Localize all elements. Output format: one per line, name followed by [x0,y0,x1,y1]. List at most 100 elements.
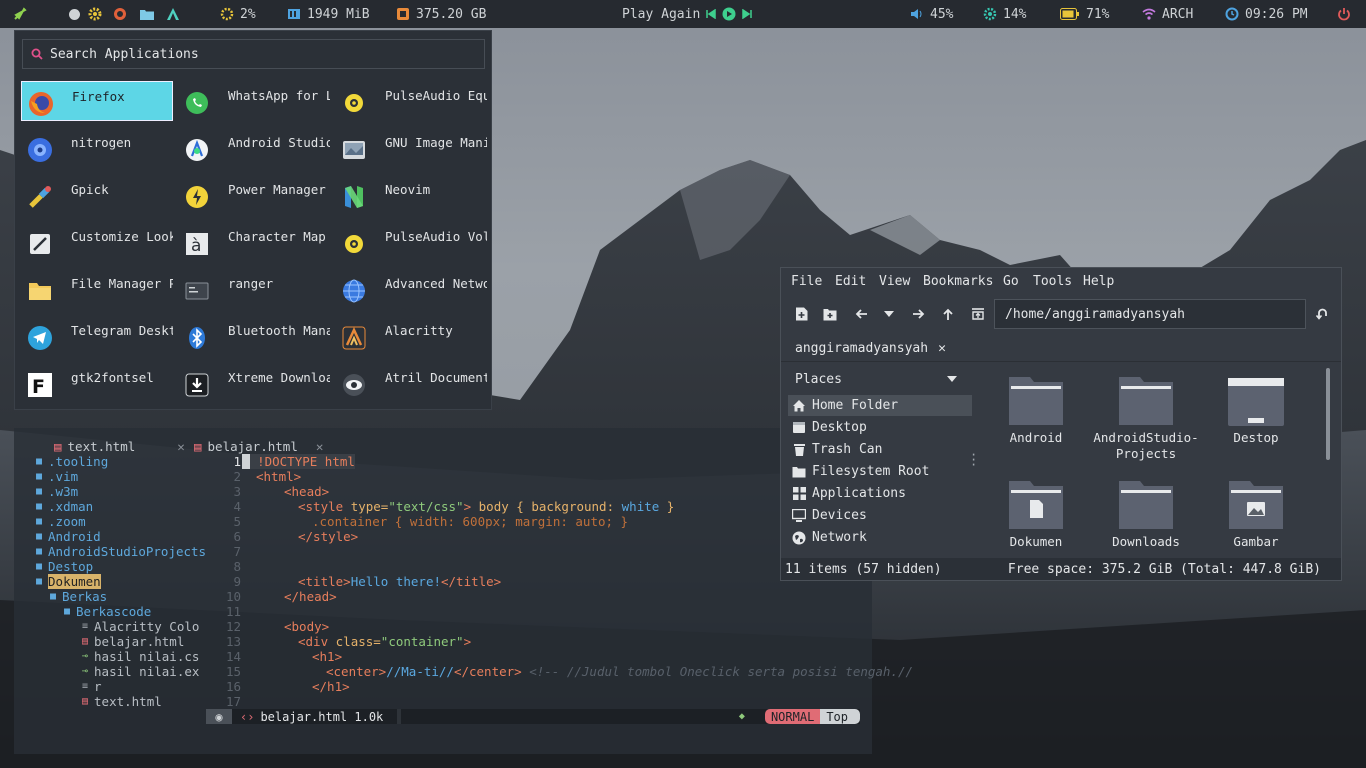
settings-gear-icon[interactable] [88,0,102,28]
previous-track-icon[interactable] [706,9,717,19]
telegram-icon [27,325,53,351]
place-trash-can[interactable]: Trash Can [788,439,972,460]
tree-folder[interactable]: ■ Dokumen [36,574,101,589]
file-item[interactable]: Dokumen [981,470,1091,558]
pane-resize-handle[interactable]: · · · [970,449,977,471]
tab-belajar-html[interactable]: ▤ belajar.html ✕ [194,438,323,455]
places-selector[interactable]: Places [786,368,969,390]
app-neovim[interactable]: Neovim [335,175,487,215]
tree-folder[interactable]: ■ .xdman [36,499,93,514]
download-icon [184,372,210,398]
arch-terminal-icon[interactable] [166,0,180,28]
app-ranger[interactable]: ranger [178,269,330,309]
tree-folder[interactable]: ■ Berkascode [64,604,151,619]
close-icon[interactable]: ✕ [938,341,946,356]
tree-file[interactable]: ≡ Alacritty Colo [82,619,199,634]
rocket-launcher-icon[interactable] [12,0,28,28]
close-icon[interactable]: ✕ [316,439,324,454]
tree-folder[interactable]: ■ Berkas [50,589,107,604]
close-icon[interactable]: ✕ [177,439,185,454]
disk-value: 375.20 GB [416,6,487,22]
app-character-map[interactable]: à Character Map [178,222,330,262]
home-button[interactable] [970,306,986,322]
firefox-icon[interactable] [113,0,127,28]
app-download[interactable]: Xtreme Download… [178,363,330,403]
file-item[interactable]: Destop [1201,366,1311,462]
app-pulseaudio-volume[interactable]: PulseAudio Volu… [335,222,487,262]
place-home-folder[interactable]: Home Folder [788,395,972,416]
app-atril[interactable]: Atril Document … [335,363,487,403]
forward-button[interactable] [910,306,926,322]
place-devices[interactable]: Devices [788,505,972,526]
app-customize-look[interactable]: Customize Look … [21,222,173,262]
file-item[interactable]: Android [981,366,1091,462]
tree-label: Dokumen [48,574,101,589]
firefox-icon [28,91,54,117]
tree-file[interactable]: ▤ text.html [82,694,162,709]
network-indicator[interactable]: ARCH [1142,0,1193,28]
location-bar[interactable]: /home/anggiramadyansyah [994,299,1306,329]
next-track-icon[interactable] [742,9,753,19]
app-alacritty[interactable]: Alacritty [335,316,487,356]
circle-icon[interactable] [68,0,81,28]
back-button[interactable] [853,306,869,322]
power-button[interactable] [1337,0,1351,28]
history-dropdown-button[interactable] [881,306,897,322]
place-label: Devices [812,508,867,523]
new-folder-button[interactable] [822,306,838,322]
tree-folder[interactable]: ■ Destop [36,559,93,574]
search-input[interactable]: Search Applications [22,39,485,69]
top-panel: 2% 1949 MiB 375.20 GB Play Again 45% 14%… [0,0,1366,28]
fm-tab[interactable]: anggiramadyansyah ✕ [795,341,946,356]
tree-file[interactable]: ⊸ hasil nilai.cs [82,649,199,664]
app-nitrogen[interactable]: nitrogen [21,128,173,168]
play-icon[interactable] [722,7,736,21]
scrollbar[interactable] [1326,368,1330,460]
tree-folder[interactable]: ■ AndroidStudioProjects [36,544,206,559]
reload-button[interactable] [1314,306,1330,322]
new-tab-button[interactable] [793,306,809,322]
volume-indicator[interactable]: 45% [910,0,953,28]
tree-file[interactable]: ≡ r [82,679,102,694]
app-bluetooth[interactable]: Bluetooth Manag… [178,316,330,356]
app-file-manager[interactable]: File Manager PC… [21,269,173,309]
app-fontsel[interactable]: Fgtk2fontsel [21,363,173,403]
music-player[interactable]: Play Again [622,0,753,28]
tree-file[interactable]: ⊸ hasil nilai.ex [82,664,199,679]
tree-folder[interactable]: ■ .w3m [36,484,78,499]
place-network[interactable]: Network [788,527,972,548]
app-android-studio[interactable]: Android Studio [178,128,330,168]
menu-go[interactable]: Go [1003,274,1019,289]
folder-icon[interactable] [140,0,154,28]
file-item[interactable]: Downloads [1091,470,1201,558]
tree-folder[interactable]: ■ Android [36,529,101,544]
menu-help[interactable]: Help [1083,274,1114,289]
menu-bookmarks[interactable]: Bookmarks [923,274,993,289]
menu-tools[interactable]: Tools [1033,274,1072,289]
tree-file[interactable]: ▤ belajar.html [82,634,184,649]
tree-folder[interactable]: ■ .tooling [36,454,108,469]
app-telegram[interactable]: Telegram Desktop [21,316,173,356]
place-applications[interactable]: Applications [788,483,972,504]
app-gimp[interactable]: GNU Image Manip… [335,128,487,168]
place-filesystem-root[interactable]: Filesystem Root [788,461,972,482]
app-gpick[interactable]: Gpick [21,175,173,215]
app-label: Atril Document … [385,370,487,385]
file-item[interactable]: AndroidStudio-Projects [1091,366,1201,462]
app-firefox[interactable]: Firefox [21,81,173,121]
tab-text-html[interactable]: ▤ text.html ✕ [54,438,185,455]
menu-file[interactable]: File [791,274,822,289]
place-desktop[interactable]: Desktop [788,417,972,438]
tree-folder[interactable]: ■ .vim [36,469,78,484]
file-item[interactable]: Gambar [1201,470,1311,558]
app-network[interactable]: Advanced Networ… [335,269,487,309]
up-button[interactable] [940,306,956,322]
tree-folder[interactable]: ■ .zoom [36,514,86,529]
brightness-indicator[interactable]: 14% [983,0,1026,28]
menu-edit[interactable]: Edit [835,274,866,289]
menu-view[interactable]: View [879,274,910,289]
app-pulseaudio[interactable]: PulseAudio Equa… [335,81,487,121]
app-whatsapp[interactable]: WhatsApp for Li… [178,81,330,121]
folder-icon [792,465,806,479]
app-power-manager[interactable]: Power Manager [178,175,330,215]
